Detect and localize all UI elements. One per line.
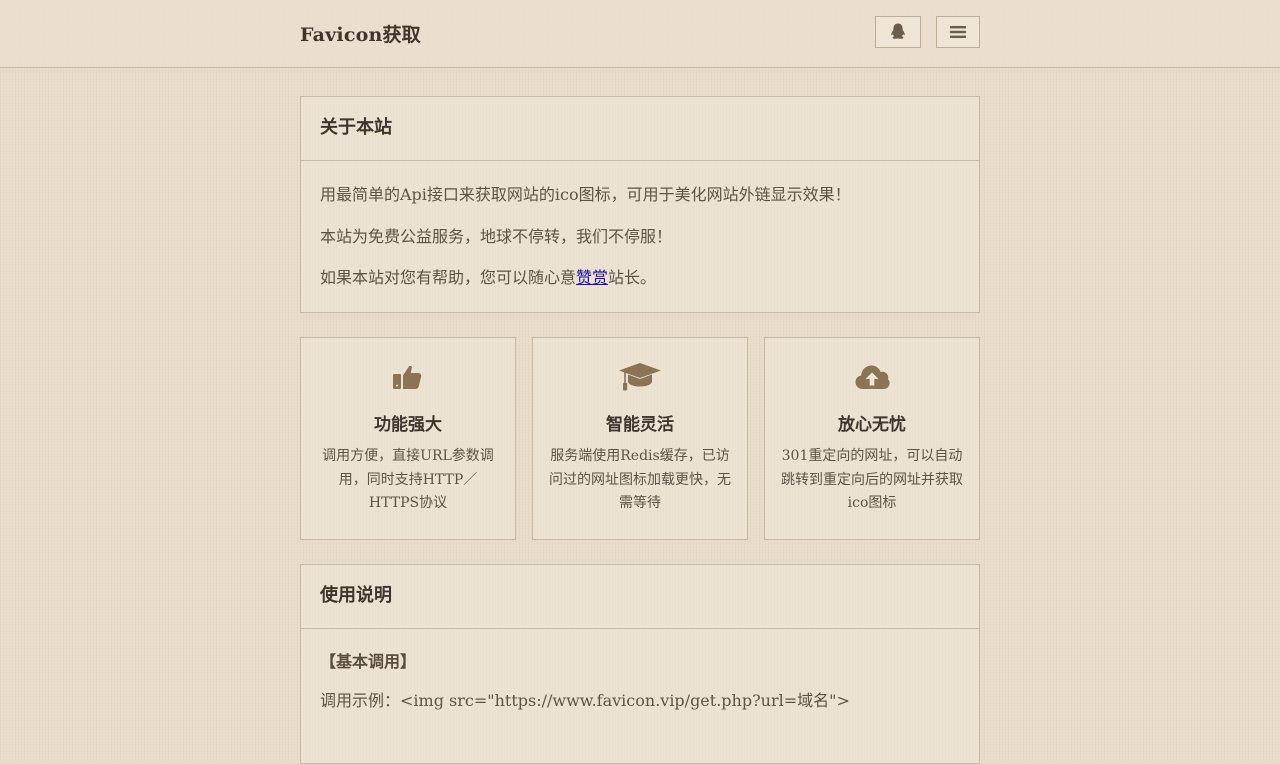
about-panel: 关于本站 用最简单的Api接口来获取网站的ico图标，可用于美化网站外链显示效果… [300, 96, 980, 313]
hamburger-menu-icon [950, 26, 966, 38]
feature-card-smart: 智能灵活 服务端使用Redis缓存，已访问过的网址图标加载更快，无需等待 [532, 337, 748, 540]
menu-button[interactable] [936, 16, 980, 48]
donate-link[interactable]: 赞赏 [576, 268, 608, 287]
feature-card-worry-free: 放心无忧 301重定向的网址，可以自动跳转到重定向后的网址并获取ico图标 [764, 337, 980, 540]
cloud-upload-icon [855, 365, 890, 389]
site-brand[interactable]: Favicon获取 [300, 20, 421, 47]
feature-desc-smart: 服务端使用Redis缓存，已访问过的网址图标加载更快，无需等待 [549, 448, 731, 511]
feature-title-worry-free: 放心无忧 [838, 415, 906, 435]
about-line-3: 如果本站对您有帮助，您可以随心意赞赏站长。 [320, 257, 960, 299]
usage-subtitle: 【基本调用】 [320, 652, 417, 671]
feature-title-powerful: 功能强大 [374, 415, 442, 435]
usage-example: 调用示例：<img src="https://www.favicon.vip/g… [320, 691, 850, 710]
usage-panel: 使用说明 【基本调用】 调用示例：<img src="https://www.f… [300, 564, 980, 764]
about-line-2: 本站为免费公益服务，地球不停转，我们不停服！ [320, 226, 673, 246]
usage-title: 使用说明 [301, 565, 979, 629]
qq-button[interactable] [875, 16, 921, 48]
about-body: 用最简单的Api接口来获取网站的ico图标，可用于美化网站外链显示效果！ 本站为… [301, 161, 979, 299]
qq-penguin-icon [891, 23, 905, 39]
graduation-cap-icon [619, 363, 661, 391]
feature-card-powerful: 功能强大 调用方便，直接URL参数调用，同时支持HTTP／HTTPS协议 [300, 337, 516, 540]
usage-body: 【基本调用】 调用示例：<img src="https://www.favico… [301, 629, 979, 714]
feature-desc-powerful: 调用方便，直接URL参数调用，同时支持HTTP／HTTPS协议 [322, 448, 494, 511]
feature-desc-worry-free: 301重定向的网址，可以自动跳转到重定向后的网址并获取ico图标 [781, 448, 963, 511]
about-title: 关于本站 [301, 97, 979, 161]
about-line-1: 用最简单的Api接口来获取网站的ico图标，可用于美化网站外链显示效果！ [320, 185, 851, 204]
feature-title-smart: 智能灵活 [606, 415, 674, 435]
about-line-3-prefix: 如果本站对您有帮助，您可以随心意 [320, 268, 577, 287]
top-navbar: Favicon获取 [0, 0, 1280, 68]
thumbs-up-icon [393, 365, 422, 389]
about-line-3-suffix: 站长。 [608, 268, 657, 287]
